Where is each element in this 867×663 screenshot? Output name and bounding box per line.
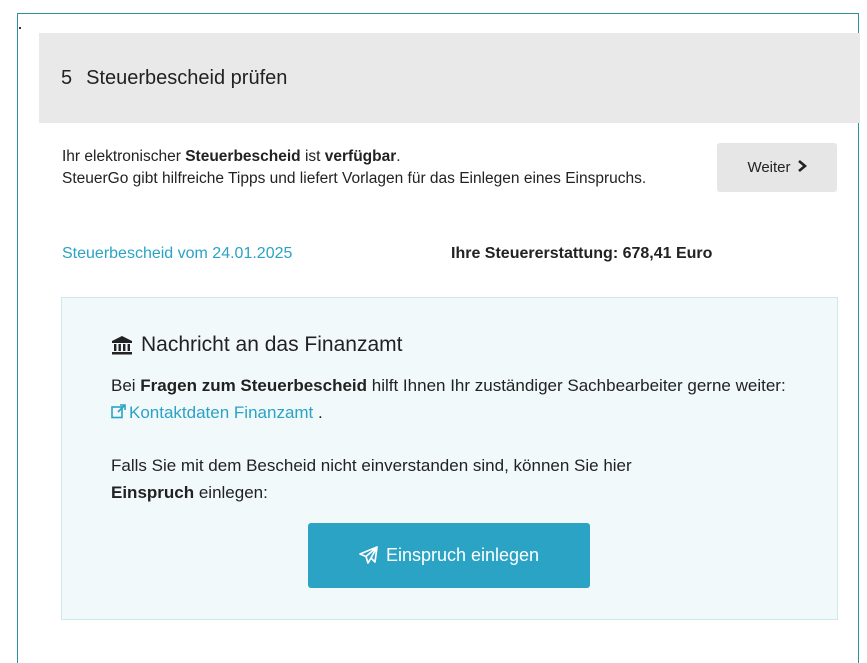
panel-title-text: Nachricht an das Finanzamt: [141, 333, 403, 356]
p1-text: .: [313, 403, 323, 422]
intro-line2: SteuerGo gibt hilfreiche Tipps und liefe…: [62, 170, 647, 187]
kontaktdaten-link-label: Kontaktdaten Finanzamt: [129, 403, 314, 422]
intro-bold-steuerbescheid: Steuerbescheid: [185, 148, 301, 165]
weiter-button-label: Weiter: [747, 159, 791, 176]
steuerbescheid-link[interactable]: Steuerbescheid vom 24.01.2025: [62, 245, 292, 263]
p2-text: einlegen:: [194, 483, 268, 502]
weiter-button[interactable]: Weiter: [717, 143, 837, 192]
external-link-icon: [111, 400, 126, 419]
step-header: 5 Steuerbescheid prüfen: [39, 33, 860, 123]
intro-text-part: .: [396, 148, 401, 165]
intro-text: Ihr elektronischer Steuerbescheid ist ve…: [62, 146, 692, 190]
intro-text-part: ist: [300, 148, 325, 165]
einspruch-button-label: Einspruch einlegen: [385, 545, 540, 565]
bank-icon: [111, 335, 133, 355]
step-number: 5: [61, 66, 73, 89]
chevron-right-icon: [797, 159, 807, 176]
p1-text: hilft Ihnen Ihr zuständiger Sachbearbeit…: [367, 376, 786, 395]
panel-paragraph-questions: Bei Fragen zum Steuerbescheid hilft Ihne…: [111, 372, 801, 426]
intro-text-part: Ihr elektronischer: [62, 148, 186, 165]
panel-title: Nachricht an das Finanzamt: [111, 333, 402, 357]
panel-paragraph-einspruch: Falls Sie mit dem Bescheid nicht einvers…: [111, 452, 801, 506]
refund-amount: Ihre Steuererstattung: 678,41 Euro: [451, 245, 713, 262]
dot-marker: [19, 27, 21, 29]
paper-plane-icon: [359, 546, 378, 565]
einspruch-einlegen-button[interactable]: Einspruch einlegen: [308, 523, 590, 588]
step-title: Steuerbescheid prüfen: [86, 66, 288, 89]
p1-text: Bei: [111, 376, 141, 395]
p2-text: Falls Sie mit dem Bescheid nicht einvers…: [111, 456, 632, 475]
intro-bold-verfuegbar: verfügbar: [324, 148, 397, 165]
kontaktdaten-finanzamt-link[interactable]: Kontaktdaten Finanzamt: [111, 403, 313, 422]
p2-bold: Einspruch: [111, 483, 195, 502]
p1-bold: Fragen zum Steuerbescheid: [140, 376, 368, 395]
